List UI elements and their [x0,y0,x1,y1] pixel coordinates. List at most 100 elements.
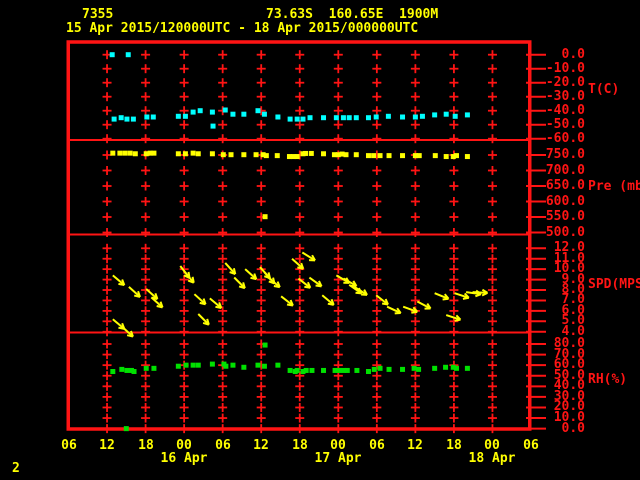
rh-point [143,365,149,371]
rh-point [183,362,189,368]
rh-point [190,362,196,368]
pressure-point [432,153,438,159]
x-hour-label: 00 [176,438,192,453]
pressure-point [110,150,116,156]
pressure-point [228,152,234,158]
pressure-tick-label: 500.0 [545,225,585,240]
rh-tick-label: 0.0 [561,421,585,436]
temp-tick-label: -60.0 [545,131,585,146]
x-hour-label: 12 [407,438,423,453]
rh-point [377,365,383,371]
rh-point [230,362,236,368]
pressure-point [416,153,422,159]
temp-point [385,113,391,119]
temp-point [209,109,215,115]
rh-point [411,365,417,371]
pressure-point [371,153,377,159]
temp-point [294,116,300,122]
rh-point [287,367,293,373]
temp-tick-label: -10.0 [545,61,585,76]
rh-point [365,369,371,375]
date-label-17apr: 17 Apr [314,451,362,466]
pressure-tick-label: 750.0 [545,147,585,162]
x-hour-label: 06 [61,438,77,453]
x-hour-label: 12 [99,438,115,453]
temp-point [443,111,449,117]
temp-point [210,123,216,129]
temp-point [464,112,470,118]
x-hour-label: 18 [292,438,308,453]
wind-arrow [321,294,335,306]
rh-point [344,367,350,373]
pressure-point [241,152,247,158]
temp-axis-title: T(C) [588,82,620,97]
rh-point [336,367,342,373]
pressure-point [190,150,196,156]
temp-point [353,115,359,121]
pressure-point [400,153,406,159]
temp-point [230,111,236,117]
temp-point [118,115,124,121]
temp-point [144,114,150,120]
x-hour-label: 18 [446,438,462,453]
temp-point [333,115,339,121]
temp-point [321,115,327,121]
wind-arrow [112,274,126,287]
temp-point [412,114,418,120]
rh-point [354,367,360,373]
wind-axis-title: SPD(MPS) [588,277,640,292]
rh-point [303,367,309,373]
pressure-point [386,153,392,159]
pressure-tick-label: 650.0 [545,178,585,193]
rh-point [443,364,449,370]
x-hour-label: 00 [484,438,500,453]
rh-point [175,363,181,369]
temp-point [197,108,203,114]
temp-point [111,116,117,122]
rh-point [275,362,281,368]
rh-point [131,369,137,375]
temp-point [373,114,379,120]
rh-point [110,369,116,375]
temp-point [255,108,261,114]
temp-point [130,116,136,122]
temp-point [287,116,293,122]
temp-tick-label: -50.0 [545,117,585,132]
rh-point [261,363,267,369]
rh-point [321,367,327,373]
rh-point [124,367,130,373]
temp-point [124,116,130,122]
rh-point [195,362,201,368]
pressure-point [365,153,371,159]
pressure-point [220,152,226,158]
rh-point [432,365,438,371]
pressure-point [294,154,300,160]
pressure-point [151,150,157,156]
pressure-point [122,150,128,156]
wind-arrow [291,257,305,270]
temp-point [307,115,313,121]
rh-point [294,367,300,373]
temp-point [261,111,267,117]
pressure-axis-title: Pre (mb) [588,179,640,194]
wind-arrow [386,305,402,315]
pressure-point [377,153,383,159]
pressure-tick-label: 600.0 [545,194,585,209]
rh-point [119,366,125,372]
pressure-point [443,154,449,160]
temp-tick-label: -30.0 [545,89,585,104]
wind-arrow [416,300,432,310]
rh-point [255,362,261,368]
rh-point [386,366,392,372]
x-hour-label: 00 [330,438,346,453]
temp-point [125,52,131,58]
pressure-point [464,154,470,160]
wind-arrow [434,292,450,301]
pressure-point [182,151,188,157]
pressure-point [321,151,327,157]
wind-arrow [280,295,294,307]
corner-note: 2 [12,461,20,476]
pressure-point [117,150,123,156]
temp-point [300,116,306,122]
rh-point [262,342,268,348]
